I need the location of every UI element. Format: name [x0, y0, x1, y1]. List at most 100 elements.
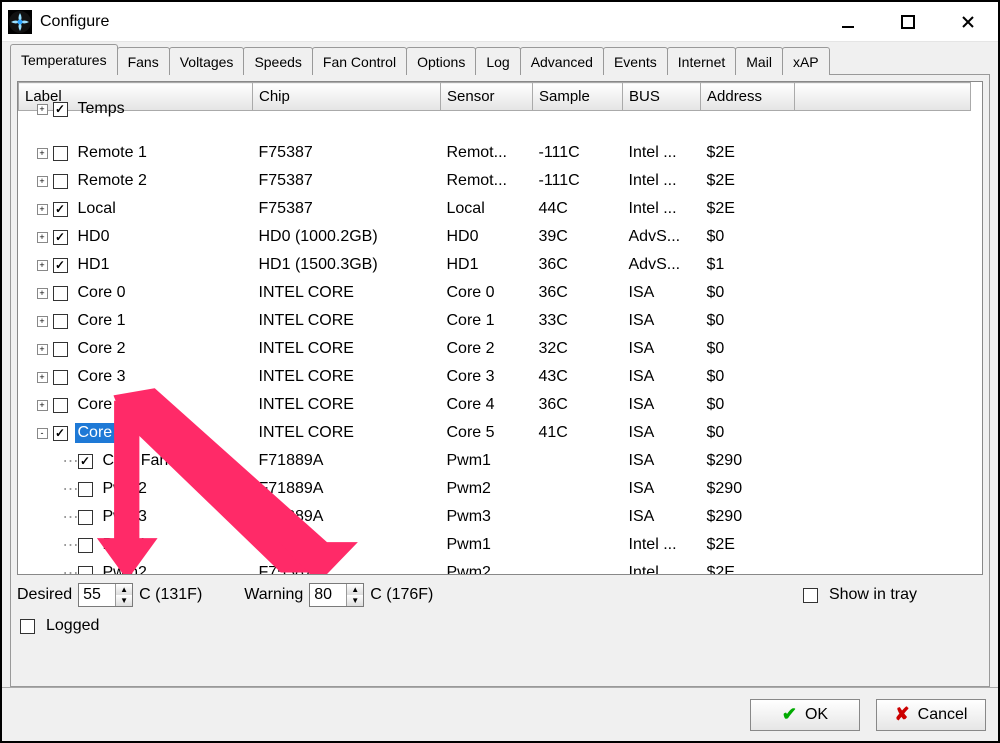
expand-icon[interactable]: +: [37, 232, 48, 243]
row-checkbox[interactable]: [53, 286, 68, 301]
table-row[interactable]: +Core 3INTEL CORECore 343CISA$0: [19, 363, 971, 391]
row-checkbox[interactable]: [78, 482, 93, 497]
table-row[interactable]: +Core 2INTEL CORECore 232CISA$0: [19, 335, 971, 363]
row-checkbox[interactable]: [78, 566, 93, 575]
row-checkbox[interactable]: [53, 146, 68, 161]
tab-events[interactable]: Events: [603, 47, 668, 75]
tab-voltages[interactable]: Voltages: [169, 47, 245, 75]
cell-sensor: Core 4: [441, 391, 533, 419]
table-row[interactable]: +HD1HD1 (1500.3GB)HD136CAdvS...$1: [19, 251, 971, 279]
show-in-tray-checkbox[interactable]: [803, 588, 818, 603]
row-label[interactable]: Core 2: [75, 339, 129, 359]
warning-unit: C (176F): [370, 586, 433, 604]
table-row[interactable]: +Core 0INTEL CORECore 036CISA$0: [19, 279, 971, 307]
dialog-footer: ✔ OK ✘ Cancel: [2, 687, 998, 741]
table-row[interactable]: +HD0HD0 (1000.2GB)HD039CAdvS...$0: [19, 223, 971, 251]
expand-icon[interactable]: +: [37, 104, 48, 115]
row-label[interactable]: Pwm3: [100, 507, 150, 527]
row-checkbox[interactable]: [53, 202, 68, 217]
table-row[interactable]: -Core 5INTEL CORECore 541CISA$0: [19, 419, 971, 447]
cell-address: $290: [701, 475, 795, 503]
ok-button[interactable]: ✔ OK: [750, 699, 860, 731]
row-label[interactable]: Core 0: [75, 283, 129, 303]
tab-mail[interactable]: Mail: [735, 47, 783, 75]
row-label[interactable]: Core 1: [75, 311, 129, 331]
tab-fan-control[interactable]: Fan Control: [312, 47, 407, 75]
table-row[interactable]: +Core 4INTEL CORECore 436CISA$0: [19, 391, 971, 419]
expand-icon[interactable]: +: [37, 204, 48, 215]
row-checkbox[interactable]: [53, 258, 68, 273]
table-row[interactable]: ⋯Pwm3F71889APwm3ISA$290: [19, 503, 971, 531]
cancel-button[interactable]: ✘ Cancel: [876, 699, 986, 731]
cell-address: $290: [701, 447, 795, 475]
table-row[interactable]: ⋯CPU FanF71889APwm1ISA$290: [19, 447, 971, 475]
row-label[interactable]: Core 4: [75, 395, 129, 415]
row-checkbox[interactable]: [53, 174, 68, 189]
row-label[interactable]: Remote 1: [75, 143, 150, 163]
row-checkbox[interactable]: [53, 370, 68, 385]
expand-icon[interactable]: +: [37, 260, 48, 271]
table-row[interactable]: +Remote 1F75387Remot...-111CIntel ...$2E: [19, 139, 971, 167]
tab-speeds[interactable]: Speeds: [243, 47, 312, 75]
row-label[interactable]: CPU Fan: [100, 451, 172, 471]
tab-internet[interactable]: Internet: [667, 47, 736, 75]
tab-options[interactable]: Options: [406, 47, 476, 75]
row-label[interactable]: Pwm1: [100, 535, 150, 555]
table-row[interactable]: ⋯Pwm2F75387Pwm2Intel ...$2E: [19, 559, 971, 574]
collapse-icon[interactable]: -: [37, 428, 48, 439]
tab-log[interactable]: Log: [475, 47, 520, 75]
expand-icon[interactable]: +: [37, 344, 48, 355]
tab-xap[interactable]: xAP: [782, 47, 830, 75]
row-checkbox[interactable]: [53, 230, 68, 245]
row-checkbox[interactable]: [53, 314, 68, 329]
table-row[interactable]: +Core 1INTEL CORECore 133CISA$0: [19, 307, 971, 335]
window-minimize-button[interactable]: [818, 2, 878, 42]
tab-advanced[interactable]: Advanced: [520, 47, 604, 75]
row-checkbox[interactable]: [53, 102, 68, 117]
row-label[interactable]: Remote 2: [75, 171, 150, 191]
row-checkbox[interactable]: [53, 398, 68, 413]
logged-checkbox[interactable]: [20, 619, 35, 634]
row-label[interactable]: Temps: [75, 99, 128, 119]
warning-spinner[interactable]: ▲ ▼: [309, 583, 364, 607]
desired-spinner[interactable]: ▲ ▼: [78, 583, 133, 607]
expand-icon[interactable]: +: [37, 400, 48, 411]
row-label[interactable]: Pwm2: [100, 563, 150, 574]
tab-fans[interactable]: Fans: [117, 47, 170, 75]
cell-sensor: Core 3: [441, 363, 533, 391]
expand-icon[interactable]: +: [37, 148, 48, 159]
table-row[interactable]: +Remote 2F75387Remot...-111CIntel ...$2E: [19, 167, 971, 195]
table-row[interactable]: +Temps: [19, 111, 971, 140]
expand-icon[interactable]: +: [37, 372, 48, 383]
window-close-button[interactable]: [938, 2, 998, 42]
row-checkbox[interactable]: [78, 510, 93, 525]
desired-up-icon[interactable]: ▲: [116, 584, 132, 595]
cell-sample: [533, 447, 623, 475]
row-label[interactable]: Local: [75, 199, 119, 219]
desired-input[interactable]: [79, 585, 115, 605]
desired-down-icon[interactable]: ▼: [116, 595, 132, 606]
expand-icon[interactable]: +: [37, 316, 48, 327]
row-label[interactable]: Core 3: [75, 367, 129, 387]
cell-sample: [533, 503, 623, 531]
sensor-table-scroll[interactable]: Label Chip Sensor Sample BUS Address +Te…: [18, 82, 982, 574]
table-row[interactable]: ⋯Pwm2F71889APwm2ISA$290: [19, 475, 971, 503]
tab-temperatures[interactable]: Temperatures: [10, 44, 118, 74]
warning-up-icon[interactable]: ▲: [347, 584, 363, 595]
expand-icon[interactable]: +: [37, 176, 48, 187]
expand-icon[interactable]: +: [37, 288, 48, 299]
window-maximize-button[interactable]: [878, 2, 938, 42]
row-checkbox[interactable]: [78, 454, 93, 469]
ok-label: OK: [805, 706, 828, 724]
row-checkbox[interactable]: [53, 426, 68, 441]
row-checkbox[interactable]: [53, 342, 68, 357]
row-label[interactable]: HD0: [75, 227, 113, 247]
row-label[interactable]: Pwm2: [100, 479, 150, 499]
table-row[interactable]: +LocalF75387Local44CIntel ...$2E: [19, 195, 971, 223]
row-checkbox[interactable]: [78, 538, 93, 553]
row-label[interactable]: Core 5: [75, 423, 129, 443]
warning-input[interactable]: [310, 585, 346, 605]
row-label[interactable]: HD1: [75, 255, 113, 275]
warning-down-icon[interactable]: ▼: [347, 595, 363, 606]
table-row[interactable]: ⋯Pwm1F75387Pwm1Intel ...$2E: [19, 531, 971, 559]
